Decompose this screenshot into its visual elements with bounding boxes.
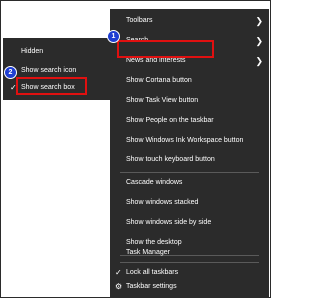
submenu-item-show-search-icon[interactable]: Show search icon <box>3 63 110 79</box>
step-2-badge: 2 <box>4 66 17 79</box>
submenu-item-show-search-box[interactable]: ✓ Show search box <box>3 80 110 96</box>
menu-item-label: News and interests <box>126 57 186 64</box>
menu-item-label: Cascade windows <box>126 179 183 186</box>
menu-item-show-task-view-button[interactable]: Show Task View button <box>110 93 269 109</box>
gear-icon: ⚙ <box>115 282 123 291</box>
menu-separator <box>120 262 259 263</box>
submenu-item-label: Show search box <box>21 84 75 91</box>
taskbar-context-menu: Toolbars ❯ Search ❯ News and interests ❯… <box>110 9 269 297</box>
menu-item-taskbar-settings[interactable]: ⚙ Taskbar settings <box>110 279 269 295</box>
menu-item-label: Taskbar settings <box>126 283 177 290</box>
chevron-right-icon: ❯ <box>255 16 263 26</box>
menu-item-label: Show touch keyboard button <box>126 156 215 163</box>
menu-item-search[interactable]: Search ❯ <box>110 33 269 49</box>
menu-item-toolbars[interactable]: Toolbars ❯ <box>110 13 269 29</box>
menu-item-show-windows-stacked[interactable]: Show windows stacked <box>110 195 269 211</box>
menu-item-label: Task Manager <box>126 249 170 256</box>
menu-item-show-touch-keyboard[interactable]: Show touch keyboard button <box>110 152 269 168</box>
submenu-item-label: Show search icon <box>21 67 77 74</box>
menu-item-label: Show windows side by side <box>126 219 212 226</box>
menu-item-label: Show People on the taskbar <box>126 117 214 124</box>
menu-item-label: Show Windows Ink Workspace button <box>126 137 244 144</box>
menu-item-show-cortana-button[interactable]: Show Cortana button <box>110 73 269 89</box>
menu-item-label: Show Task View button <box>126 97 199 104</box>
menu-item-show-ink-workspace[interactable]: Show Windows Ink Workspace button <box>110 133 269 149</box>
menu-item-show-people[interactable]: Show People on the taskbar <box>110 113 269 129</box>
check-icon: ✓ <box>10 83 17 92</box>
step-1-badge: 1 <box>107 30 120 43</box>
chevron-right-icon: ❯ <box>255 36 263 46</box>
menu-item-task-manager[interactable]: Task Manager <box>110 245 269 261</box>
submenu-item-hidden[interactable]: Hidden <box>3 44 110 60</box>
search-submenu: Hidden Show search icon ✓ Show search bo… <box>3 38 110 100</box>
menu-item-cascade-windows[interactable]: Cascade windows <box>110 175 269 191</box>
menu-item-label: Search <box>126 37 149 44</box>
menu-item-show-windows-side-by-side[interactable]: Show windows side by side <box>110 215 269 231</box>
menu-item-news-and-interests[interactable]: News and interests ❯ <box>110 53 269 69</box>
menu-item-label: Show windows stacked <box>126 199 199 206</box>
menu-item-label: Show Cortana button <box>126 77 192 84</box>
chevron-right-icon: ❯ <box>255 56 263 66</box>
menu-item-label: Toolbars <box>126 17 153 24</box>
submenu-item-label: Hidden <box>21 48 44 55</box>
menu-separator <box>120 172 259 173</box>
